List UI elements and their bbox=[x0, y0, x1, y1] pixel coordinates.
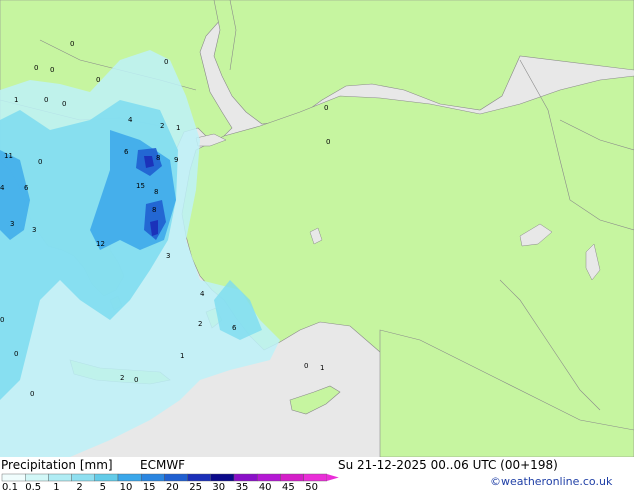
value-label: 6 bbox=[232, 324, 237, 332]
legend-color-box bbox=[71, 473, 95, 482]
value-label: 8 bbox=[154, 188, 158, 196]
value-label: 0 bbox=[62, 100, 66, 108]
legend-color-box bbox=[233, 473, 258, 482]
value-label: 0 bbox=[164, 58, 168, 66]
legend-color-box bbox=[257, 473, 281, 482]
value-label: 0 bbox=[304, 362, 308, 370]
legend-color-box bbox=[48, 473, 72, 482]
legend-color-box bbox=[303, 473, 328, 482]
legend-color-box bbox=[210, 473, 235, 482]
legend-tick-label: 1 bbox=[53, 482, 60, 493]
value-label: 1 bbox=[180, 352, 184, 360]
legend-tick-label: 30 bbox=[212, 482, 226, 493]
value-label: 0 bbox=[14, 350, 18, 358]
legend-color-box bbox=[1, 473, 26, 482]
value-label: 1 bbox=[320, 364, 324, 372]
legend-tick-label: 0.5 bbox=[25, 482, 42, 493]
value-label: 0 bbox=[30, 390, 34, 398]
value-label: 6 bbox=[24, 184, 29, 192]
legend-color-box bbox=[117, 473, 142, 482]
value-label: 2 bbox=[160, 122, 164, 130]
value-label: 11 bbox=[4, 152, 13, 160]
value-label: 9 bbox=[174, 156, 178, 164]
value-label: 0 bbox=[96, 76, 100, 84]
legend-tick-label: 10 bbox=[119, 482, 133, 493]
legend-arrow bbox=[326, 474, 339, 481]
value-label: 0 bbox=[38, 158, 42, 166]
value-label: 3 bbox=[166, 252, 170, 260]
legend-color-box bbox=[187, 473, 212, 482]
legend-color-box bbox=[94, 473, 119, 482]
value-label: 8 bbox=[152, 206, 156, 214]
value-label: 6 bbox=[124, 148, 129, 156]
legend-tick-label: 40 bbox=[258, 482, 272, 493]
legend-tick-label: 35 bbox=[235, 482, 249, 493]
value-label: 3 bbox=[32, 226, 36, 234]
value-label: 1 bbox=[14, 96, 18, 104]
legend-tick-label: 45 bbox=[282, 482, 295, 493]
legend-tick-label: 0.1 bbox=[2, 482, 18, 493]
value-label: 0 bbox=[326, 138, 330, 146]
value-label: 0 bbox=[324, 104, 328, 112]
legend-tick-label: 20 bbox=[166, 482, 179, 493]
value-label: 3 bbox=[10, 220, 14, 228]
map-footer: Precipitation [mm] ECMWF Su 21-12-2025 0… bbox=[0, 457, 634, 493]
value-label: 4 bbox=[128, 116, 133, 124]
value-label: 2 bbox=[120, 374, 124, 382]
legend-color-box bbox=[164, 473, 188, 482]
value-label: 0 bbox=[70, 40, 74, 48]
value-label: 0 bbox=[34, 64, 38, 72]
legend-tick-label: 25 bbox=[189, 482, 202, 493]
value-label: 0 bbox=[50, 66, 54, 74]
value-label: 0 bbox=[44, 96, 48, 104]
value-label: 15 bbox=[136, 182, 145, 190]
legend-color-box bbox=[280, 473, 304, 482]
value-label: 2 bbox=[198, 320, 202, 328]
value-label: 8 bbox=[156, 154, 160, 162]
legend-color-box bbox=[140, 473, 165, 482]
legend-tick-label: 50 bbox=[305, 482, 318, 493]
value-label: 0 bbox=[0, 316, 4, 324]
value-label: 0 bbox=[134, 376, 138, 384]
legend-tick-label: 5 bbox=[99, 482, 106, 493]
value-label: 4 bbox=[200, 290, 205, 298]
value-label: 4 bbox=[0, 184, 5, 192]
legend-tick-label: 2 bbox=[76, 482, 83, 493]
value-label: 12 bbox=[96, 240, 105, 248]
legend-tick-label: 15 bbox=[142, 482, 156, 493]
value-label: 1 bbox=[176, 124, 180, 132]
legend-color-box bbox=[25, 473, 49, 482]
precipitation-map: 0 0 0 0 0 1 0 0 4 2 1 11 0 6 8 9 4 6 15 … bbox=[0, 0, 634, 457]
